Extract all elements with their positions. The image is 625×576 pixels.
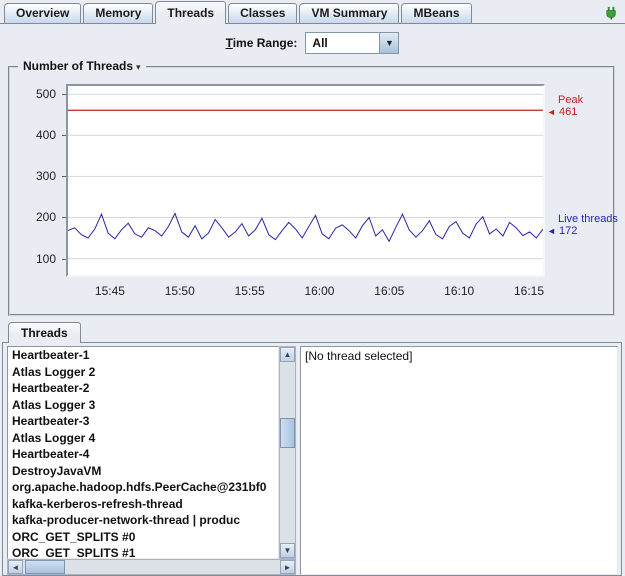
thread-list-item[interactable]: Atlas Logger 2 [8, 364, 278, 381]
thread-list-item[interactable]: ORC_GET_SPLITS #1 [8, 545, 278, 558]
x-axis-label: 16:10 [444, 284, 475, 298]
thread-list-item[interactable]: Heartbeater-3 [8, 413, 278, 430]
arrow-up-icon: ▲ [283, 350, 292, 359]
annotation-pointer-icon: ◄ [547, 107, 556, 118]
horizontal-scrollbar-thumb[interactable] [25, 560, 65, 574]
annotation-label: Live threads [558, 212, 618, 225]
combobox-dropdown-button[interactable]: ▼ [379, 33, 399, 53]
x-axis-label: 16:05 [374, 284, 405, 298]
thread-chart [67, 93, 544, 260]
thread-list-item[interactable]: Atlas Logger 3 [8, 397, 278, 414]
tab-memory[interactable]: Memory [83, 3, 154, 23]
chart-y-axis: 100 200 300 400 500 [12, 84, 67, 277]
tab-mbeans[interactable]: MBeans [401, 3, 472, 23]
thread-list-item[interactable]: Heartbeater-4 [8, 446, 278, 463]
time-range-selected-value: All [312, 36, 328, 50]
y-axis-label: 200 [35, 210, 56, 225]
time-range-label: Time Range: [225, 36, 298, 50]
jconsole-window: Overview Memory Threads Classes VM Summary MB… [0, 0, 625, 576]
y-axis-label: 500 [35, 87, 56, 102]
thread-list-scrollpane: Heartbeater-1 Atlas Logger 2 Heartbeater-2… [7, 346, 296, 575]
thread-detail-pane: [No thread selected] [300, 346, 618, 575]
thread-list-item[interactable]: Heartbeater-2 [8, 380, 278, 397]
tab-bar: Overview Memory Threads Classes VM Summary MB… [0, 0, 625, 24]
horizontal-scrollbar[interactable]: ◄ ► [7, 559, 296, 575]
annotation-label: Peak [558, 94, 584, 107]
vertical-scrollbar-thumb[interactable] [280, 418, 295, 448]
time-range-combobox[interactable]: All ▼ [305, 32, 400, 54]
thread-list-viewport: Heartbeater-1 Atlas Logger 2 Heartbeater-2… [7, 346, 279, 559]
scroll-left-button[interactable]: ◄ [8, 560, 23, 574]
main-tabs: Overview Memory Threads Classes VM Summary MB… [4, 1, 474, 24]
connection-status-icon [604, 5, 619, 20]
chart-title: Number of Threads [23, 59, 134, 73]
chart-annotations: Peak ◄ 461 Live threads ◄ 172 [547, 84, 618, 277]
chart-annotation-peak: Peak ◄ 461 [547, 94, 583, 118]
annotation-value: ◄ 172 [547, 224, 578, 237]
tab-classes[interactable]: Classes [228, 3, 298, 23]
tab-vm-summary[interactable]: VM Summary [299, 3, 400, 23]
thread-list-item[interactable]: ORC_GET_SPLITS #0 [8, 529, 278, 546]
chart-selector[interactable]: Number of Threads ▾ [18, 59, 146, 73]
chart-selector-dropdown-icon: ▾ [136, 62, 141, 72]
chart-annotation-live-threads: Live threads ◄ 172 [547, 213, 618, 237]
tab-threads-detail[interactable]: Threads [8, 322, 81, 343]
arrow-left-icon: ◄ [11, 562, 20, 572]
x-axis-label: 15:45 [94, 284, 125, 298]
vertical-scrollbar[interactable]: ▲ ▼ [279, 346, 296, 559]
chart-x-axis: 15:45 15:50 15:55 16:00 16:05 16:10 16:15 [66, 284, 549, 300]
arrow-right-icon: ► [283, 562, 292, 572]
x-axis-label: 16:15 [514, 284, 545, 298]
thread-list-item[interactable]: Heartbeater-1 [8, 347, 278, 364]
y-axis-label: 400 [35, 128, 56, 143]
horizontal-scrollbar-track[interactable] [23, 560, 280, 574]
tab-overview[interactable]: Overview [4, 3, 82, 23]
thread-chart-groupbox: Number of Threads ▾ 100 200 300 400 500 Peak ◄… [8, 59, 618, 316]
no-thread-selected-text: [No thread selected] [305, 349, 413, 363]
vertical-scrollbar-track[interactable] [280, 362, 295, 543]
y-axis-label: 300 [35, 169, 56, 184]
thread-list-item[interactable]: kafka-producer-network-thread | produc [8, 512, 278, 529]
annotation-pointer-icon: ◄ [547, 225, 556, 236]
thread-list-item[interactable]: DestroyJavaVM [8, 463, 278, 480]
thread-list-item[interactable]: org.apache.hadoop.hdfs.PeerCache@231bf0 [8, 479, 278, 496]
scroll-right-button[interactable]: ► [280, 560, 295, 574]
tab-threads[interactable]: Threads [155, 1, 227, 24]
x-axis-label: 16:00 [304, 284, 335, 298]
y-axis-label: 100 [35, 251, 56, 266]
thread-list: Heartbeater-1 Atlas Logger 2 Heartbeater-2… [8, 347, 278, 558]
chart-plot-area [66, 84, 545, 277]
arrow-down-icon: ▼ [283, 546, 292, 555]
x-axis-label: 15:55 [234, 284, 265, 298]
threads-panel: Heartbeater-1 Atlas Logger 2 Heartbeater-2… [2, 342, 622, 576]
thread-list-item[interactable]: Atlas Logger 4 [8, 430, 278, 447]
x-axis-label: 15:50 [164, 284, 195, 298]
annotation-value: ◄ 461 [547, 106, 578, 119]
time-range-row: Time Range: All ▼ [0, 30, 625, 56]
scroll-up-button[interactable]: ▲ [280, 347, 295, 362]
chevron-down-icon: ▼ [384, 38, 394, 48]
scroll-down-button[interactable]: ▼ [280, 543, 295, 558]
thread-list-item[interactable]: kafka-kerberos-refresh-thread [8, 496, 278, 513]
